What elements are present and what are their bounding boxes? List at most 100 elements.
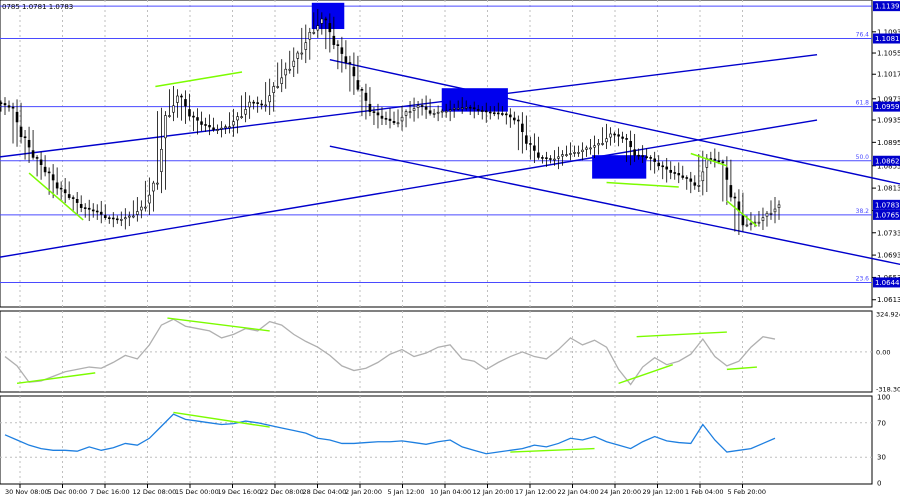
candle-body	[196, 117, 199, 121]
time-tick-label: 22 Dec 08:00	[260, 488, 304, 496]
candle-body	[484, 110, 488, 113]
time-tick-label: 24 Jan 20:00	[600, 488, 641, 496]
candle-body	[220, 127, 223, 130]
candle-body	[128, 215, 131, 218]
candle-body	[677, 173, 681, 176]
candle-body	[348, 62, 352, 64]
candle-body	[332, 35, 336, 45]
candle-body	[280, 77, 284, 84]
fib-level-label: 61.8	[856, 100, 870, 107]
price-tag-label: 1.0959	[875, 103, 900, 111]
candle-body	[460, 107, 464, 110]
candle-body	[320, 18, 324, 24]
candle-body	[328, 23, 332, 33]
time-tick-label: 7 Dec 16:00	[90, 488, 130, 496]
candle-body	[376, 112, 380, 116]
candle-body	[180, 95, 183, 98]
candle-body	[725, 167, 729, 180]
candle-body	[697, 185, 701, 187]
candle-body	[488, 111, 492, 114]
candle-body	[761, 217, 765, 221]
time-tick-label: 29 Jan 12:00	[643, 488, 684, 496]
candle-body	[15, 111, 19, 123]
candle-body	[452, 107, 456, 110]
candle-body	[240, 116, 243, 118]
candle-body	[625, 138, 628, 140]
price-tick-label: 1.0935	[877, 117, 900, 125]
candle-body	[19, 126, 23, 138]
candle-body	[107, 217, 111, 219]
candle-body	[316, 25, 320, 31]
time-axis: 30 Nov 08:005 Dec 00:00 7 Dec 16:00 12 Dec…	[5, 484, 766, 496]
candle-body	[633, 149, 636, 156]
candle-body	[773, 208, 777, 213]
time-tick-label: 22 Jan 04:00	[558, 488, 599, 496]
candle-body	[300, 52, 304, 55]
rsi-tick-label: 0	[877, 480, 881, 488]
candle-body	[577, 152, 580, 154]
candle-body	[769, 212, 773, 215]
candle-body	[424, 106, 428, 110]
fib-levels: 76.4 61.8 50.0 38.2 23.6	[0, 5, 872, 283]
candle-body	[79, 204, 83, 208]
divergence-line	[155, 71, 243, 88]
candle-body	[308, 32, 312, 40]
candle-body	[641, 155, 644, 157]
price-tick-label: 1.0693	[877, 252, 900, 260]
candle-body	[27, 139, 31, 148]
divergence-line	[690, 152, 728, 167]
cci-divergence-line	[618, 364, 673, 385]
candle-body	[509, 114, 512, 118]
candle-body	[729, 185, 733, 198]
chart-canvas: 76.461.850.038.223.6 1.10931.10551.10171…	[0, 0, 900, 496]
time-tick-label: 17 Jan 12:00	[515, 488, 556, 496]
candle-body	[340, 47, 344, 54]
candle-body	[553, 158, 556, 161]
price-axis: 1.10931.10551.10171.09731.09351.08951.08…	[872, 1, 900, 488]
candle-body	[304, 42, 308, 50]
candle-body	[7, 105, 11, 108]
candle-body	[757, 221, 761, 224]
candle-body	[693, 182, 697, 186]
time-tick-label: 5 Feb 20:00	[728, 488, 767, 496]
fib-level-label: 23.6	[856, 275, 870, 282]
candle-body	[11, 106, 15, 109]
candle-body	[204, 124, 207, 126]
candle-body	[232, 121, 235, 126]
candle-body	[324, 18, 328, 21]
time-tick-label: 28 Dec 04:00	[303, 488, 347, 496]
candle-body	[396, 122, 400, 125]
candle-body	[500, 113, 504, 115]
price-chart: 76.4 61.8 50.0 38.2 23.6 1.1093 1.1055 1.1017 1…	[0, 0, 900, 500]
candle-body	[55, 182, 59, 189]
time-tick-label: 1 Feb 04:00	[685, 488, 724, 496]
candle-body	[557, 156, 560, 159]
candle-body	[456, 107, 460, 110]
candle-body	[336, 44, 340, 46]
candle-body	[513, 117, 516, 121]
candle-body	[184, 99, 187, 107]
candle-body	[216, 129, 219, 131]
candle-body	[681, 175, 685, 178]
candle-body	[645, 156, 648, 158]
candle-body	[111, 217, 115, 220]
cci-divergence-line	[726, 366, 758, 371]
candle-body	[292, 60, 296, 67]
candle-body	[103, 215, 107, 218]
rsi-divergence-line	[510, 447, 595, 453]
cci-tick-label: 324.9243	[876, 311, 900, 319]
candle-body	[148, 194, 151, 204]
time-tick-label: 30 Nov 08:00	[5, 488, 49, 496]
candle-body	[352, 66, 356, 77]
candle-body	[67, 194, 71, 198]
trend-channels	[0, 54, 900, 266]
candle-body	[312, 32, 316, 34]
candle-body	[23, 136, 27, 139]
candle-body	[212, 127, 215, 130]
candle-body	[565, 154, 568, 156]
candle-body	[3, 103, 7, 106]
candle-body	[120, 219, 123, 221]
candle-body	[136, 211, 139, 215]
price-tag-label: 1.0862	[875, 157, 900, 165]
candlesticks	[0, 8, 781, 235]
